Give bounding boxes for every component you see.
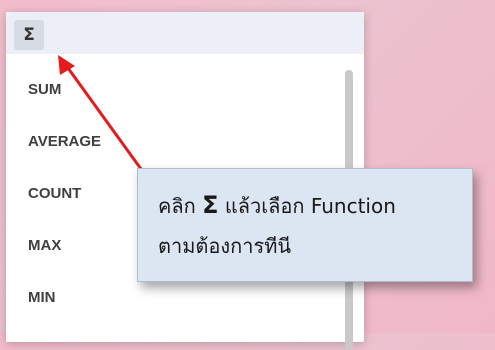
instruction-callout: คลิก Σ แล้วเลือก Function ตามต้องการทีนี: [137, 168, 473, 282]
menu-item-average[interactable]: AVERAGE: [6, 116, 336, 168]
menu-header: Σ: [6, 12, 364, 54]
callout-line-1: คลิก Σ แล้วเลือก Function: [158, 185, 458, 226]
sigma-icon: Σ: [23, 25, 35, 45]
sigma-button[interactable]: Σ: [14, 20, 44, 50]
callout-line-2: ตามต้องการทีนี: [158, 234, 292, 258]
callout-sigma-symbol: Σ: [202, 191, 219, 219]
callout-suffix: แล้วเลือก Function: [224, 194, 396, 218]
callout-prefix: คลิก: [158, 194, 196, 218]
menu-item-sum[interactable]: SUM: [6, 64, 336, 116]
